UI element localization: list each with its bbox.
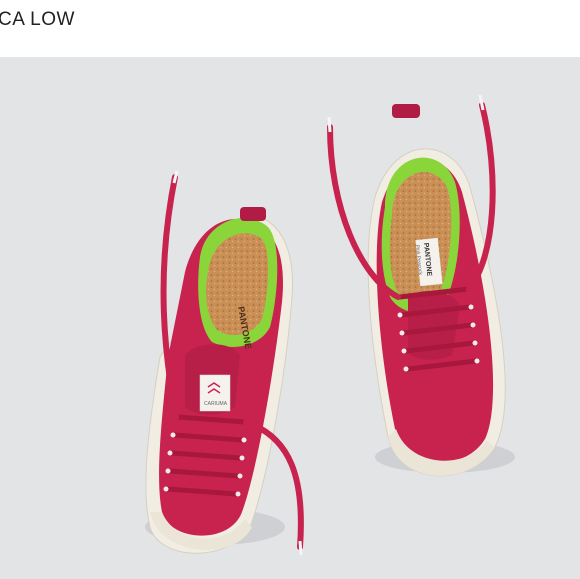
page-header: CA LOW [0, 0, 580, 52]
right-sneaker: PANTONE Pink Peacock [327, 94, 515, 477]
product-title: CA LOW [0, 9, 75, 30]
tongue-label-left: CARIUMA [204, 401, 228, 407]
product-photo: PANTONE CARIUMA PANTONE Pink Peacock [0, 57, 580, 579]
left-sneaker: PANTONE CARIUMA [145, 170, 304, 556]
sneakers-illustration: PANTONE CARIUMA PANTONE Pink Peacock [145, 94, 515, 556]
